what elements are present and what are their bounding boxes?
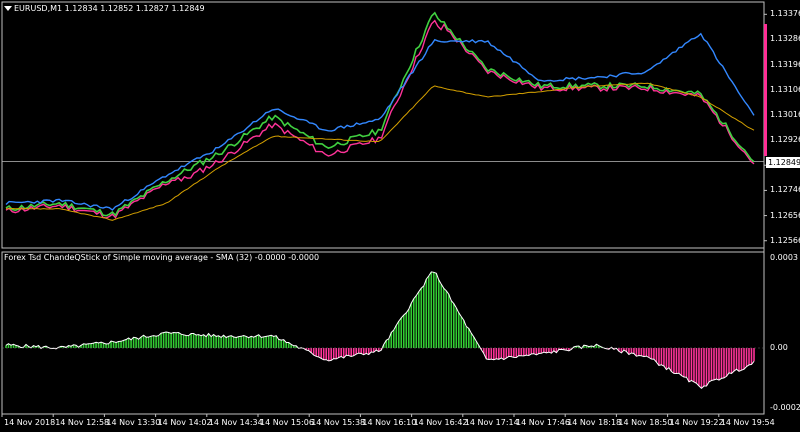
- time-tick-label: 14 Nov 16:42: [413, 418, 468, 427]
- price-tick-label: 1.13376: [770, 9, 800, 19]
- price-tick-label: 1.13106: [770, 84, 800, 94]
- bear-low-series: [5, 19, 755, 219]
- price-tick-label: 1.13196: [770, 59, 800, 69]
- price-tick-label: 1.12656: [770, 210, 800, 220]
- time-tick-label: 14 Nov 19:54: [720, 418, 775, 427]
- indicator-tick-label: 0.00: [770, 343, 788, 352]
- time-tick-label: 14 Nov 18:50: [618, 418, 673, 427]
- time-tick-label: 14 Nov 14:34: [208, 418, 263, 427]
- indicator-frame: [1, 251, 765, 415]
- price-range-bar: [764, 24, 767, 156]
- indicator-title: Forex Tsd ChandeQStick of Simple moving …: [4, 253, 320, 262]
- time-tick-label: 14 Nov 12:58: [55, 418, 110, 427]
- time-tick-label: 14 Nov 19:22: [669, 418, 724, 427]
- price-candles-series: [5, 11, 755, 217]
- indicator-tick-label: 0.0003: [770, 253, 798, 262]
- price-tick-label: 1.12926: [770, 135, 800, 145]
- indicator-tick-label: -0.0002: [770, 403, 800, 412]
- indicator-line: [5, 271, 755, 389]
- current-price-tag: 1.12849: [766, 157, 800, 168]
- chart-window[interactable]: EURUSD,M1 1.12834 1.12852 1.12827 1.1284…: [0, 0, 800, 432]
- time-tick-label: 14 Nov 17:14: [464, 418, 519, 427]
- time-tick-label: 14 Nov 2018: [4, 418, 56, 427]
- time-tick-label: 14 Nov 15:06: [260, 418, 314, 427]
- moving-average-series: [6, 82, 755, 221]
- main-chart-title: EURUSD,M1 1.12834 1.12852 1.12827 1.1284…: [14, 4, 205, 13]
- time-tick-label: 14 Nov 15:38: [311, 418, 366, 427]
- time-tick-label: 14 Nov 17:46: [516, 418, 570, 427]
- time-tick-label: 14 Nov 16:10: [362, 418, 417, 427]
- time-tick-label: 14 Nov 13:30: [106, 418, 161, 427]
- time-tick-label: 14 Nov 14:02: [157, 418, 212, 427]
- chart-menu-icon[interactable]: [4, 6, 12, 11]
- time-tick-label: 14 Nov 18:18: [567, 418, 622, 427]
- blue-line-series: [5, 32, 755, 211]
- price-tick-label: 1.12746: [770, 185, 800, 195]
- price-tick-label: 1.13016: [770, 109, 800, 119]
- price-tick-label: 1.13286: [770, 34, 800, 44]
- price-tick-label: 1.12566: [770, 235, 800, 245]
- chart-canvas[interactable]: [0, 0, 800, 432]
